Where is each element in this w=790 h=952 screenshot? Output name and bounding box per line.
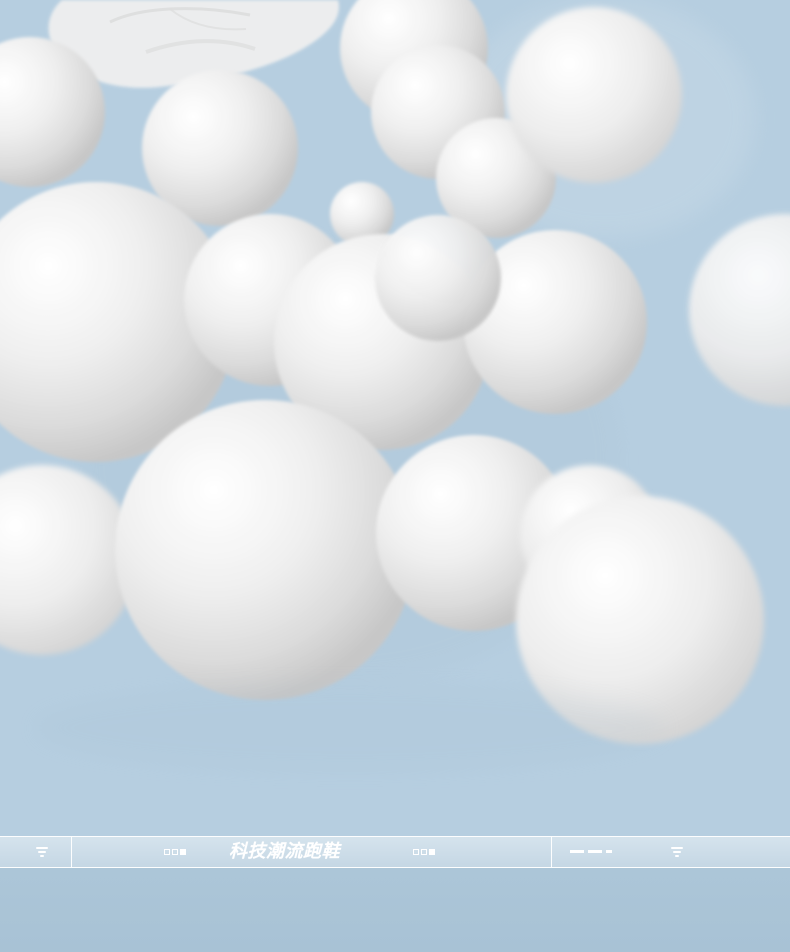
- bubble-artwork: [0, 0, 790, 836]
- mini-squares-icon: [413, 849, 443, 857]
- mini-squares-icon: [164, 849, 194, 857]
- hero-image: [0, 0, 790, 836]
- filter-icon: [35, 846, 49, 858]
- dash-icon: [570, 850, 616, 854]
- info-bar: 科技潮流跑鞋: [0, 836, 790, 868]
- info-bar-left-cell: [0, 837, 72, 867]
- page: 科技潮流跑鞋: [0, 0, 790, 952]
- bottom-background: [0, 868, 790, 952]
- bar-title: 科技潮流跑鞋: [229, 841, 340, 862]
- filter-icon: [670, 846, 684, 858]
